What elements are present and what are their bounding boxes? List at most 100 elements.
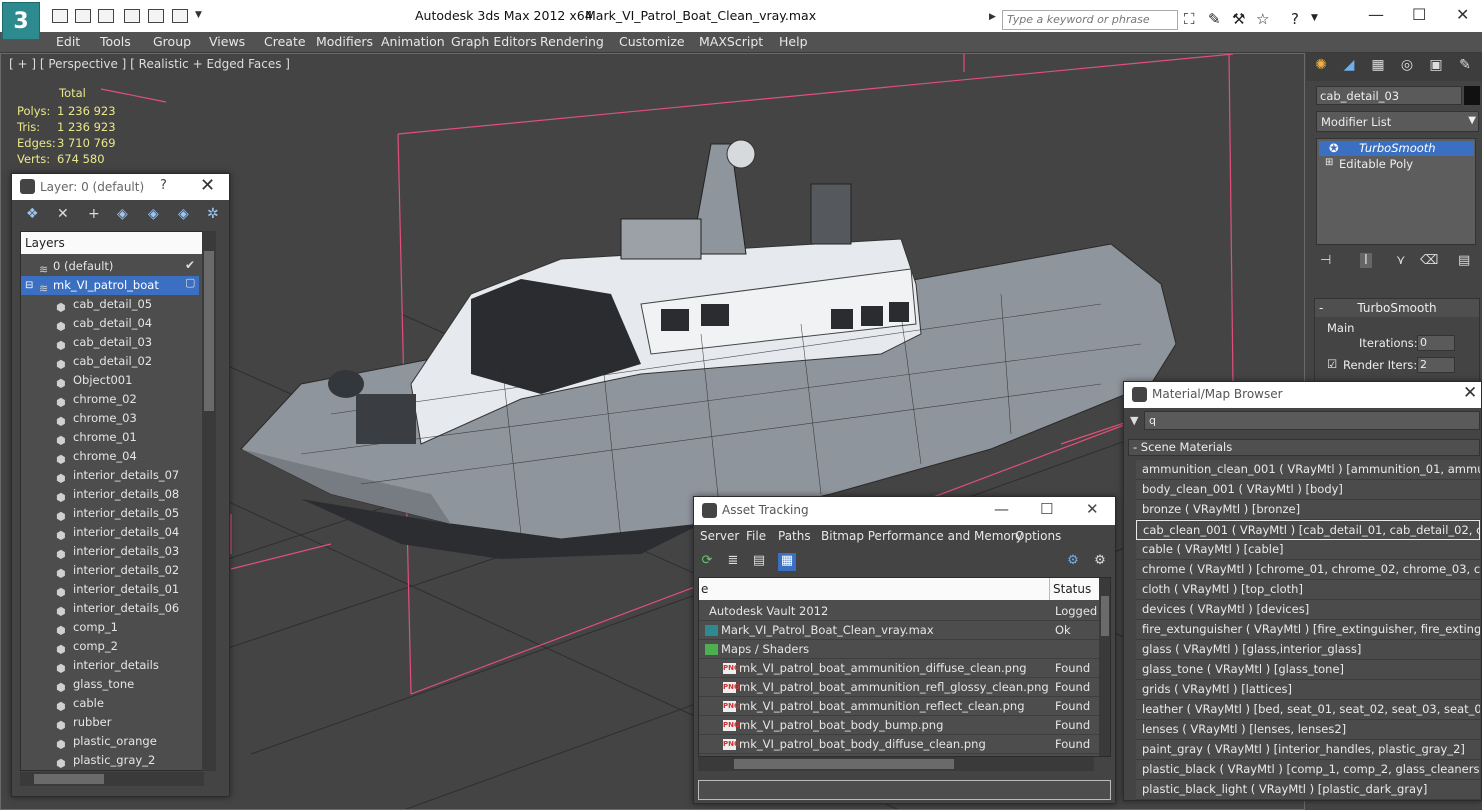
binoculars-icon[interactable]: ⛶: [1184, 10, 1195, 28]
select-objects-icon[interactable]: ◈: [117, 206, 128, 222]
rollout-title[interactable]: - TurboSmooth: [1315, 299, 1479, 317]
asset-row[interactable]: PNG mk_VI_patrol_boat_ammunition_diffuse_…: [699, 659, 1099, 678]
quick-access-dropdown-icon[interactable]: ▼: [195, 10, 202, 20]
object-row[interactable]: ⬢ cab_detail_02: [21, 352, 199, 371]
material-item[interactable]: chrome ( VRayMtl ) [chrome_01, chrome_02…: [1136, 560, 1480, 580]
help-icon[interactable]: ?: [1291, 10, 1299, 28]
scroll-thumb[interactable]: [34, 774, 104, 784]
material-item[interactable]: bronze ( VRayMtl ) [bronze]: [1136, 500, 1480, 520]
column-header-name[interactable]: e: [701, 582, 708, 596]
delete-layer-icon[interactable]: ✕: [57, 206, 69, 222]
menu-group[interactable]: Group: [153, 34, 191, 49]
material-item[interactable]: leather ( VRayMtl ) [bed, seat_01, seat_…: [1136, 700, 1480, 720]
exchange-icon[interactable]: ⚒: [1232, 10, 1245, 28]
object-row[interactable]: ⬢ rubber: [21, 713, 199, 732]
minimize-button[interactable]: —: [994, 500, 1009, 518]
menu-customize[interactable]: Customize: [619, 34, 685, 49]
menu-file[interactable]: File: [746, 529, 766, 543]
object-row[interactable]: ⬢ glass_tone: [21, 675, 199, 694]
help-icon[interactable]: ?: [160, 178, 167, 193]
material-list[interactable]: ammunition_clean_001 ( VRayMtl ) [ammuni…: [1136, 460, 1480, 800]
modify-tab-icon[interactable]: ◢: [1338, 57, 1360, 77]
hide-all-icon[interactable]: ◈: [178, 206, 189, 222]
layer-row-default[interactable]: ≋ 0 (default): [21, 257, 199, 276]
material-browser-titlebar[interactable]: Material/Map Browser ✕: [1124, 382, 1481, 408]
configure-sets-icon[interactable]: ▤: [1458, 253, 1470, 268]
menu-edit[interactable]: Edit: [56, 34, 80, 49]
close-icon[interactable]: ✕: [1463, 383, 1477, 403]
open-file-icon[interactable]: [75, 9, 91, 23]
scroll-thumb[interactable]: [1101, 596, 1109, 636]
column-divider[interactable]: [1049, 578, 1050, 600]
tools-icon[interactable]: ✎: [1208, 10, 1221, 28]
object-row[interactable]: ⬢ plastic_orange: [21, 732, 199, 751]
object-row[interactable]: ⬢ interior_details_03: [21, 542, 199, 561]
object-row[interactable]: ⬢ plastic_gray_2: [21, 751, 199, 770]
asset-row[interactable]: Maps / Shaders: [699, 640, 1099, 659]
vault-options-icon[interactable]: ⚙: [1091, 553, 1109, 571]
menu-server[interactable]: Server: [700, 529, 739, 543]
object-row[interactable]: ⬢ interior_details_07: [21, 466, 199, 485]
save-file-icon[interactable]: [98, 9, 114, 23]
object-row[interactable]: ⬢ interior_details_08: [21, 485, 199, 504]
object-row[interactable]: ⬢ chrome_03: [21, 409, 199, 428]
asset-window-titlebar[interactable]: Asset Tracking — ☐ ✕: [694, 497, 1115, 525]
menu-graph-editors[interactable]: Graph Editors: [451, 34, 537, 49]
menu-views[interactable]: Views: [209, 34, 245, 49]
material-item[interactable]: devices ( VRayMtl ) [devices]: [1136, 600, 1480, 620]
render-iters-checkbox[interactable]: ☑: [1327, 357, 1337, 371]
object-name-field[interactable]: cab_detail_03: [1316, 86, 1462, 105]
scroll-thumb[interactable]: [204, 251, 214, 411]
asset-row[interactable]: Autodesk Vault 2012 Logged: [699, 602, 1099, 621]
object-color-swatch[interactable]: [1464, 86, 1480, 105]
layer-window-titlebar[interactable]: Layer: 0 (default) ? ✕: [12, 174, 229, 200]
asset-row[interactable]: PNG mk_VI_patrol_boat_ammunition_reflect_…: [699, 697, 1099, 716]
viewport-label[interactable]: [ + ] [ Perspective ] [ Realistic + Edge…: [9, 57, 290, 71]
material-item[interactable]: lenses ( VRayMtl ) [lenses, lenses2]: [1136, 720, 1480, 740]
asset-horizontal-scrollbar[interactable]: [698, 757, 1094, 771]
maximize-button[interactable]: ☐: [1040, 500, 1053, 518]
render-iters-spinner[interactable]: 2: [1417, 357, 1455, 373]
object-row[interactable]: ⬢ chrome_02: [21, 390, 199, 409]
asset-path-field[interactable]: [698, 780, 1111, 800]
new-file-icon[interactable]: [52, 9, 68, 23]
menu-help[interactable]: Help: [779, 34, 808, 49]
close-button[interactable]: ✕: [1456, 5, 1469, 24]
material-item[interactable]: fire_extunguisher ( VRayMtl ) [fire_exti…: [1136, 620, 1480, 640]
menu-bitmap-performance[interactable]: Bitmap Performance and Memory: [821, 529, 1023, 543]
material-item[interactable]: cab_clean_001 ( VRayMtl ) [cab_detail_01…: [1136, 520, 1480, 540]
show-end-result-icon[interactable]: I: [1360, 253, 1372, 268]
make-unique-icon[interactable]: ⋎: [1396, 253, 1406, 268]
favorites-star-icon[interactable]: ☆: [1256, 10, 1269, 28]
list-view-icon[interactable]: ≣: [724, 553, 742, 571]
maximize-button[interactable]: ☐: [1412, 5, 1426, 24]
stack-item-editable-poly[interactable]: ⊞ Editable Poly: [1319, 157, 1474, 172]
object-row[interactable]: ⬢ cab_detail_04: [21, 314, 199, 333]
menu-maxscript[interactable]: MAXScript: [699, 34, 763, 49]
highlight-layer-icon[interactable]: ◈: [148, 206, 159, 222]
iterations-spinner[interactable]: 0: [1417, 335, 1455, 351]
material-item[interactable]: glass_tone ( VRayMtl ) [glass_tone]: [1136, 660, 1480, 680]
layer-row-mk-vi-patrol-boat[interactable]: ≋ ⊟ mk_VI_patrol_boat: [21, 276, 199, 295]
create-tab-icon[interactable]: ✺: [1310, 57, 1332, 77]
material-item[interactable]: paint_gray ( VRayMtl ) [interior_handles…: [1136, 740, 1480, 760]
menu-modifiers[interactable]: Modifiers: [316, 34, 373, 49]
object-row[interactable]: ⬢ Object001: [21, 371, 199, 390]
lightbulb-icon[interactable]: ✪: [1329, 141, 1339, 155]
object-row[interactable]: ⬢ cable: [21, 694, 199, 713]
object-row[interactable]: ⬢ cab_detail_03: [21, 333, 199, 352]
layer-vertical-scrollbar[interactable]: [202, 231, 216, 771]
menu-paths[interactable]: Paths: [778, 529, 811, 543]
object-row[interactable]: ⬢ interior_details_01: [21, 580, 199, 599]
vault-connect-icon[interactable]: ⚙: [1064, 553, 1082, 571]
object-row[interactable]: ⬢ interior_details: [21, 656, 199, 675]
layer-list[interactable]: Layers ≋ 0 (default) ≋ ⊟ mk_VI_patrol_boat ⬢ c…: [20, 231, 216, 771]
object-row[interactable]: ⬢ comp_2: [21, 637, 199, 656]
scene-materials-group[interactable]: - Scene Materials: [1128, 439, 1480, 456]
menu-rendering[interactable]: Rendering: [540, 34, 604, 49]
material-item[interactable]: plastic_black ( VRayMtl ) [comp_1, comp_…: [1136, 760, 1480, 780]
motion-tab-icon[interactable]: ◎: [1396, 57, 1418, 77]
collapse-minus-icon[interactable]: ⊟: [25, 276, 33, 295]
object-row[interactable]: ⬢ interior_details_02: [21, 561, 199, 580]
menu-options[interactable]: Options: [1015, 529, 1061, 543]
